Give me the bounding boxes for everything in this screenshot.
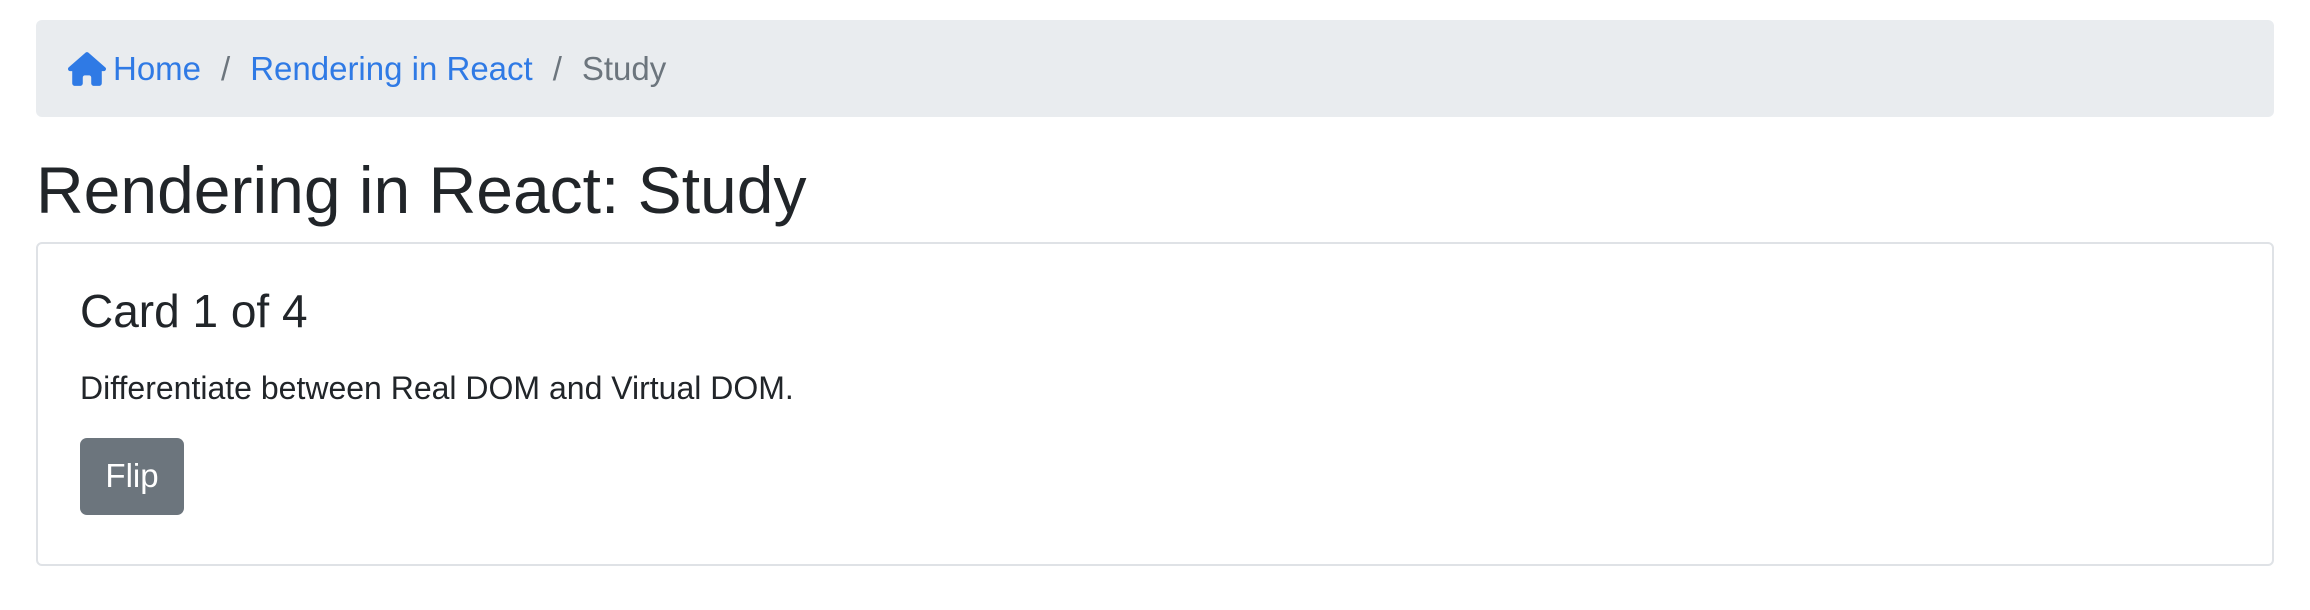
breadcrumb-home-label: Home [113,49,202,87]
breadcrumb-separator: / [552,49,562,87]
home-icon [68,51,106,86]
breadcrumb-deck-link[interactable]: Rendering in React [250,50,533,88]
main-container: Home / Rendering in React / Study Render… [36,20,2274,567]
study-card: Card 1 of 4 Differentiate between Real D… [36,242,2274,567]
breadcrumb-home-link[interactable]: Home [68,50,201,88]
breadcrumb-separator: / [221,49,231,87]
card-question: Differentiate between Real DOM and Virtu… [80,370,794,407]
page-title: Rendering in React: Study [36,153,807,227]
breadcrumb-current: Study [581,49,667,87]
flip-button[interactable]: Flip [80,437,184,515]
card-title: Card 1 of 4 [80,285,308,338]
breadcrumb: Home / Rendering in React / Study [36,20,2274,117]
